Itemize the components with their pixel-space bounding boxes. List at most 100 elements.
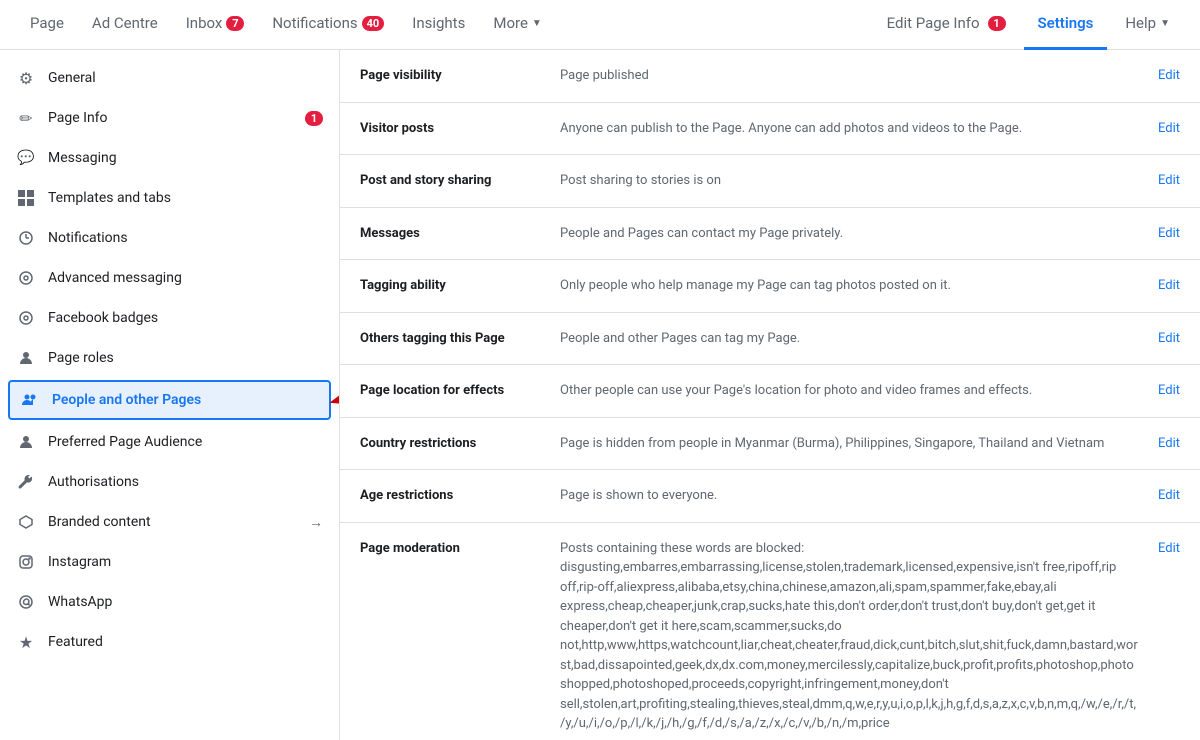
nav-ad-centre-label: Ad Centre [92, 14, 158, 32]
settings-row: Page location for effectsOther people ca… [340, 365, 1200, 418]
audience-icon [16, 432, 36, 452]
nav-edit-page-label: Edit Page Info [887, 14, 980, 32]
nav-edit-page[interactable]: Edit Page Info 1 [873, 0, 1020, 50]
sidebar-item-featured[interactable]: ★ Featured [0, 622, 339, 662]
sidebar-item-messaging[interactable]: 💬 Messaging [0, 138, 339, 178]
sidebar-label-facebook-badges: Facebook badges [48, 310, 323, 326]
settings-label: Page visibility [360, 66, 560, 83]
settings-label: Country restrictions [360, 434, 560, 451]
sidebar-item-authorisations[interactable]: Authorisations [0, 462, 339, 502]
nav-page[interactable]: Page [16, 0, 78, 50]
sidebar-item-branded-content[interactable]: Branded content → [0, 502, 339, 542]
sidebar-item-notifications[interactable]: Notifications [0, 218, 339, 258]
chevron-down-icon: ▼ [1160, 18, 1170, 29]
nav-left: Page Ad Centre Inbox 7 Notifications 40 … [16, 0, 556, 50]
settings-edit-button[interactable]: Edit [1140, 171, 1180, 188]
sidebar-badge-page-info: 1 [305, 111, 323, 126]
sidebar-item-templates[interactable]: Templates and tabs [0, 178, 339, 218]
nav-settings[interactable]: Settings [1024, 0, 1108, 50]
nav-inbox[interactable]: Inbox 7 [172, 0, 259, 50]
branded-content-icon [16, 512, 36, 532]
main-layout: ⚙ General ✏ Page Info 1 💬 Messaging Temp… [0, 50, 1200, 740]
settings-row: Page moderationPosts containing these wo… [340, 523, 1200, 740]
messaging-icon: 💬 [16, 148, 36, 168]
wrench-icon [16, 472, 36, 492]
top-nav: Page Ad Centre Inbox 7 Notifications 40 … [0, 0, 1200, 50]
settings-row: Country restrictionsPage is hidden from … [340, 418, 1200, 471]
settings-label: Post and story sharing [360, 171, 560, 188]
nav-help[interactable]: Help ▼ [1111, 0, 1184, 50]
settings-label: Age restrictions [360, 486, 560, 503]
nav-insights[interactable]: Insights [398, 0, 479, 50]
templates-icon [16, 188, 36, 208]
sidebar-item-people-pages[interactable]: People and other Pages [8, 380, 331, 420]
sidebar-label-instagram: Instagram [48, 554, 323, 570]
settings-label: Tagging ability [360, 276, 560, 293]
settings-list: Page visibilityPage publishedEditVisitor… [340, 50, 1200, 740]
sidebar-label-notifications: Notifications [48, 230, 323, 246]
settings-edit-button[interactable]: Edit [1140, 224, 1180, 241]
nav-page-label: Page [30, 14, 64, 32]
sidebar-active-wrapper: People and other Pages [0, 380, 339, 420]
settings-value: Post sharing to stories is on [560, 171, 1140, 191]
settings-value: People and other Pages can tag my Page. [560, 329, 1140, 349]
settings-row: Visitor postsAnyone can publish to the P… [340, 103, 1200, 156]
nav-insights-label: Insights [412, 14, 465, 32]
nav-help-label: Help [1125, 14, 1156, 32]
settings-edit-button[interactable]: Edit [1140, 539, 1180, 556]
settings-value: Page published [560, 66, 1140, 86]
nav-notifications-label: Notifications [272, 14, 357, 32]
settings-row: Page visibilityPage publishedEdit [340, 50, 1200, 103]
nav-more[interactable]: More ▼ [479, 0, 555, 50]
sidebar-item-general[interactable]: ⚙ General [0, 58, 339, 98]
nav-ad-centre[interactable]: Ad Centre [78, 0, 172, 50]
nav-more-label: More [493, 14, 528, 32]
settings-row: Age restrictionsPage is shown to everyon… [340, 470, 1200, 523]
sidebar-item-page-roles[interactable]: Page roles [0, 338, 339, 378]
settings-edit-button[interactable]: Edit [1140, 381, 1180, 398]
sidebar: ⚙ General ✏ Page Info 1 💬 Messaging Temp… [0, 50, 340, 740]
nav-inbox-badge: 7 [226, 16, 244, 31]
sidebar-label-page-roles: Page roles [48, 350, 323, 366]
instagram-icon [16, 552, 36, 572]
settings-edit-button[interactable]: Edit [1140, 486, 1180, 503]
settings-edit-button[interactable]: Edit [1140, 276, 1180, 293]
settings-label: Page location for effects [360, 381, 560, 398]
settings-label: Page moderation [360, 539, 560, 556]
sidebar-item-instagram[interactable]: Instagram [0, 542, 339, 582]
settings-row: Tagging abilityOnly people who help mana… [340, 260, 1200, 313]
sidebar-item-advanced-messaging[interactable]: Advanced messaging [0, 258, 339, 298]
sidebar-label-templates: Templates and tabs [48, 190, 323, 206]
nav-notifications-badge: 40 [362, 16, 385, 31]
settings-value: Only people who help manage my Page can … [560, 276, 1140, 296]
sidebar-label-advanced-messaging: Advanced messaging [48, 270, 323, 286]
settings-label: Others tagging this Page [360, 329, 560, 346]
external-link-icon: → [309, 514, 323, 531]
people-icon [20, 390, 40, 410]
settings-edit-button[interactable]: Edit [1140, 329, 1180, 346]
settings-value: People and Pages can contact my Page pri… [560, 224, 1140, 244]
nav-edit-page-badge: 1 [988, 16, 1006, 31]
settings-value: Other people can use your Page's locatio… [560, 381, 1140, 401]
sidebar-label-preferred-audience: Preferred Page Audience [48, 434, 323, 450]
settings-row: Others tagging this PagePeople and other… [340, 313, 1200, 366]
sidebar-item-page-info[interactable]: ✏ Page Info 1 [0, 98, 339, 138]
sidebar-item-facebook-badges[interactable]: Facebook badges [0, 298, 339, 338]
settings-edit-button[interactable]: Edit [1140, 434, 1180, 451]
person-icon [16, 348, 36, 368]
content-area: Page visibilityPage publishedEditVisitor… [340, 50, 1200, 740]
nav-inbox-label: Inbox [186, 14, 223, 32]
star-icon: ★ [16, 632, 36, 652]
settings-value: Page is shown to everyone. [560, 486, 1140, 506]
badges-icon [16, 308, 36, 328]
nav-right: Edit Page Info 1 Settings Help ▼ [873, 0, 1184, 50]
notifications-icon [16, 228, 36, 248]
settings-edit-button[interactable]: Edit [1140, 66, 1180, 83]
settings-label: Messages [360, 224, 560, 241]
sidebar-item-whatsapp[interactable]: WhatsApp [0, 582, 339, 622]
sidebar-item-preferred-audience[interactable]: Preferred Page Audience [0, 422, 339, 462]
nav-notifications[interactable]: Notifications 40 [258, 0, 398, 50]
nav-settings-label: Settings [1038, 14, 1094, 32]
sidebar-label-authorisations: Authorisations [48, 474, 323, 490]
settings-edit-button[interactable]: Edit [1140, 119, 1180, 136]
